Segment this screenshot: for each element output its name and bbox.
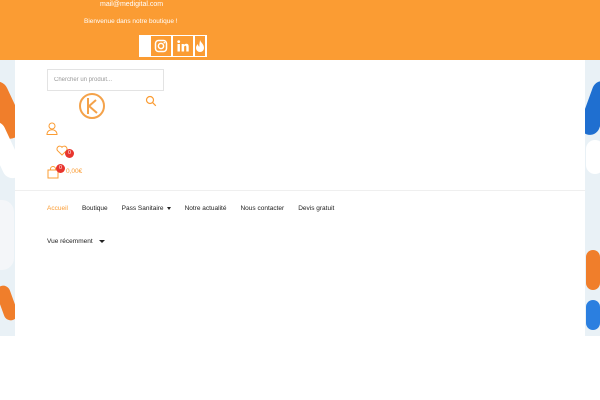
nav-item-label: Nous contacter bbox=[240, 204, 285, 212]
pill-decoration bbox=[586, 140, 600, 174]
wishlist-count-badge: 0 bbox=[65, 149, 74, 158]
recently-viewed-dropdown[interactable]: Vue récemment bbox=[47, 238, 105, 245]
contact-email[interactable]: mail@medigital.com bbox=[100, 1, 163, 8]
nav-item-label: Notre actualité bbox=[184, 204, 227, 212]
wishlist-button[interactable]: 0 bbox=[56, 144, 76, 160]
nav-item-notre-actualite[interactable]: Notre actualité bbox=[185, 205, 227, 212]
pill-decoration bbox=[586, 300, 600, 330]
nav-item-accueil[interactable]: Accueil bbox=[47, 205, 68, 212]
linkedin-icon[interactable] bbox=[173, 36, 193, 56]
cart-total[interactable]: 0,00€ bbox=[66, 168, 82, 175]
nav-item-label: Devis gratuit bbox=[298, 204, 335, 212]
nav-item-label: Boutique bbox=[81, 204, 108, 212]
header-divider bbox=[15, 190, 585, 191]
nav-item-pass-sanitaire[interactable]: Pass Sanitaire bbox=[122, 205, 171, 212]
user-icon[interactable] bbox=[46, 122, 58, 135]
top-bar: mail@medigital.com Bienvenue dans notre … bbox=[0, 0, 600, 60]
nav-item-label: Pass Sanitaire bbox=[121, 204, 164, 212]
caret-down-icon bbox=[98, 240, 105, 243]
social-links bbox=[139, 35, 207, 57]
recently-viewed-label: Vue récemment bbox=[47, 238, 93, 245]
pill-decoration bbox=[0, 200, 14, 270]
welcome-message: Bienvenue dans notre boutique ! bbox=[84, 18, 178, 25]
search-input[interactable] bbox=[47, 69, 164, 91]
search-icon[interactable] bbox=[145, 95, 157, 107]
nav-item-nous-contacter[interactable]: Nous contacter bbox=[240, 205, 284, 212]
nav-item-boutique[interactable]: Boutique bbox=[82, 205, 108, 212]
caret-down-icon bbox=[166, 206, 171, 210]
pill-decoration bbox=[586, 250, 600, 290]
site-logo[interactable] bbox=[78, 92, 106, 120]
main-navigation: Accueil Boutique Pass Sanitaire Notre ac… bbox=[47, 203, 348, 213]
instagram-icon[interactable] bbox=[151, 36, 171, 56]
nav-item-label: Accueil bbox=[47, 204, 68, 212]
cart-count-badge: 0 bbox=[56, 164, 65, 173]
fire-icon[interactable] bbox=[195, 36, 205, 56]
nav-item-devis-gratuit[interactable]: Devis gratuit bbox=[298, 205, 334, 212]
